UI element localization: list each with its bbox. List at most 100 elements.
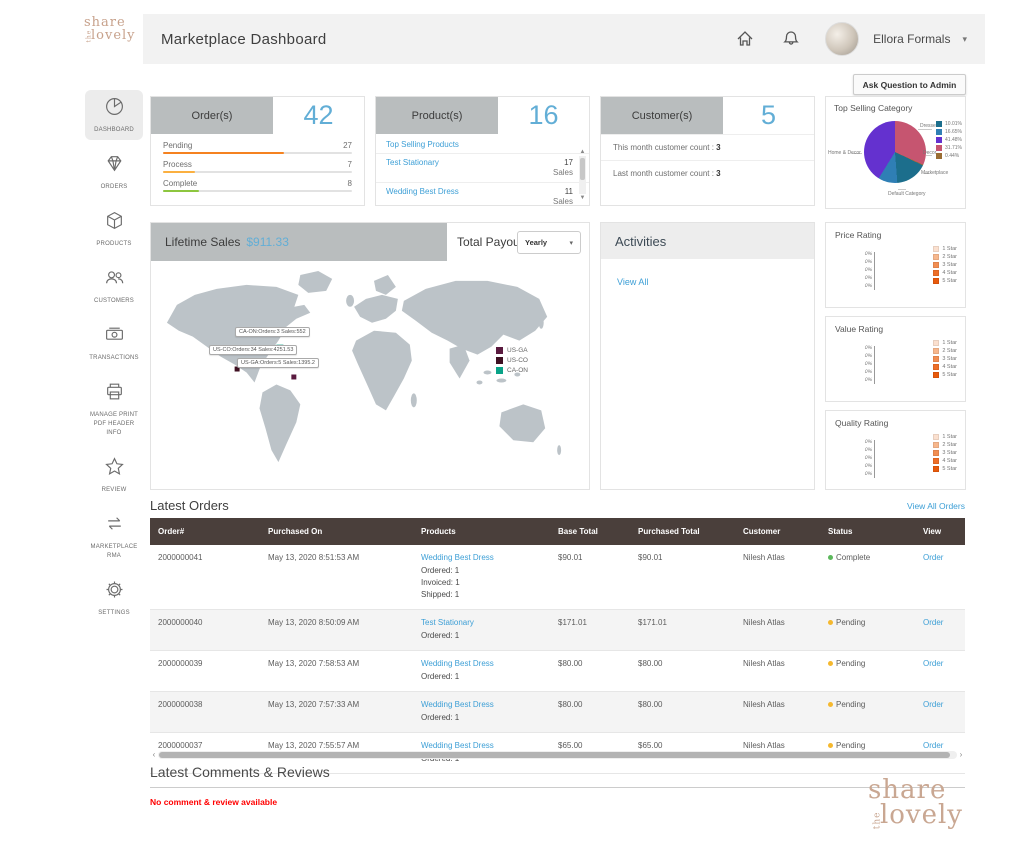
table-row: 2000000038 May 13, 2020 7:57:33 AM Weddi… [150, 692, 965, 733]
star-legend: 1 Star 2 Star 3 Star 4 Star 5 Star [933, 246, 957, 286]
status-badge: Pending [836, 700, 865, 709]
lifetime-sales-panel: Lifetime Sales$911.33 Total Payout$533.3… [150, 222, 590, 490]
settings-gear-icon [104, 579, 125, 605]
activities-title: Activities [601, 223, 814, 259]
status-badge: Pending [836, 618, 865, 627]
latest-comments-reviews-title: Latest Comments & Reviews [150, 764, 965, 788]
latest-orders-table: Order# Purchased On Products Base Total … [150, 518, 965, 774]
scroll-down-icon[interactable]: ▼ [580, 195, 586, 201]
pie-label-decor: Decor [923, 150, 936, 156]
sidebar-item-customers[interactable]: CUSTOMERS [85, 261, 143, 311]
status-dot [828, 620, 833, 625]
top-selling-category-title: Top Selling Category [826, 97, 965, 115]
brand-logo-the: the [87, 36, 93, 43]
orders-card-title: Order(s) [151, 97, 273, 134]
orders-process-row: Process7 [163, 160, 352, 173]
activities-panel: Activities View All [600, 222, 815, 490]
footer-brand-logo: share thelovely [868, 778, 963, 827]
map-tooltip-ca-on: CA-ON:Orders:3 Sales:552 [235, 327, 310, 337]
last-month-customer-count: Last month customer count : 3 [601, 160, 814, 186]
review-star-icon [104, 456, 125, 482]
user-menu-chevron-icon[interactable]: ▾ [962, 34, 967, 45]
transactions-money-icon [104, 324, 125, 350]
table-row: 2000000039 May 13, 2020 7:58:53 AM Weddi… [150, 651, 965, 692]
quality-rating-axis: 0%0%0%0%0% [852, 438, 872, 478]
no-comments-message: No comment & review available [150, 797, 277, 807]
home-icon[interactable] [735, 29, 755, 49]
sidebar-item-transactions[interactable]: TRANSACTIONS [85, 318, 143, 368]
rma-exchange-arrows-icon [104, 513, 125, 539]
brand-logo: share thelovely [84, 16, 136, 42]
this-month-customer-count: This month customer count : 3 [601, 134, 814, 160]
view-all-orders-link[interactable]: View All Orders [907, 501, 965, 511]
brand-logo-line2: lovely [91, 29, 136, 42]
printer-icon [104, 381, 125, 407]
scroll-thumb[interactable] [159, 752, 950, 758]
activities-view-all-link[interactable]: View All [601, 259, 648, 287]
view-order-link[interactable]: Order [923, 700, 943, 709]
customers-card: Customer(s) 5 This month customer count … [600, 96, 815, 206]
pie-label-marketplace: Marketplace [921, 170, 948, 176]
view-order-link[interactable]: Order [923, 741, 943, 750]
scroll-up-icon[interactable]: ▲ [580, 149, 586, 155]
total-payout-label: Total Payout [457, 235, 523, 249]
ask-question-to-admin-button[interactable]: Ask Question to Admin [853, 74, 966, 95]
header-bar: Marketplace Dashboard Ellora Formals ▾ [143, 14, 985, 64]
notifications-bell-icon[interactable] [781, 29, 801, 49]
price-rating-panel: Price Rating 0%0%0%0%0% 1 Star 2 Star 3 … [825, 222, 966, 308]
scroll-left-icon[interactable]: ‹ [150, 750, 158, 759]
scroll-right-icon[interactable]: › [957, 750, 965, 759]
top-product-item: Wedding Best Dress 11Sales [376, 182, 589, 211]
table-row: 2000000040 May 13, 2020 8:50:09 AM Test … [150, 610, 965, 651]
product-link[interactable]: Wedding Best Dress [421, 659, 494, 668]
period-select[interactable]: Yearly ▾ [517, 231, 581, 254]
customers-card-count: 5 [723, 97, 814, 134]
view-order-link[interactable]: Order [923, 553, 943, 562]
complete-bar [163, 190, 199, 192]
top-selling-products-link[interactable]: Top Selling Products [376, 134, 589, 153]
orders-complete-row: Complete8 [163, 179, 352, 192]
view-order-link[interactable]: Order [923, 618, 943, 627]
map-marker-us-ga[interactable] [291, 375, 296, 380]
sidebar-item-review[interactable]: REVIEW [85, 450, 143, 500]
marketplace-dashboard-page: share thelovely Marketplace Dashboard El… [0, 0, 1023, 848]
star-legend: 1 Star 2 Star 3 Star 4 Star 5 Star [933, 340, 957, 380]
page-title: Marketplace Dashboard [161, 31, 327, 48]
select-chevron-icon: ▾ [569, 239, 573, 247]
user-avatar[interactable] [825, 22, 859, 56]
orders-gem-icon [104, 153, 125, 179]
products-scrollbar[interactable]: ▲ ▼ [578, 149, 587, 201]
product-link[interactable]: Wedding Best Dress [421, 741, 494, 750]
products-card: Product(s) 16 Top Selling Products Test … [375, 96, 590, 206]
top-product-item: Test Stationary 17Sales [376, 153, 589, 182]
orders-pending-row: Pending27 [163, 141, 352, 154]
scroll-thumb[interactable] [580, 158, 585, 180]
orders-card: Order(s) 42 Pending27 Process7 Complete8 [150, 96, 365, 206]
customers-card-title: Customer(s) [601, 97, 723, 134]
sidebar-item-orders[interactable]: ORDERS [85, 147, 143, 197]
products-card-title: Product(s) [376, 97, 498, 134]
sidebar-item-products[interactable]: PRODUCTS [85, 204, 143, 254]
view-order-link[interactable]: Order [923, 659, 943, 668]
star-legend: 1 Star 2 Star 3 Star 4 Star 5 Star [933, 434, 957, 474]
product-link[interactable]: Test Stationary [421, 618, 474, 627]
pending-bar [163, 152, 284, 154]
products-card-count: 16 [498, 97, 589, 134]
top-selling-category-panel: Top Selling Category Dresses Decor Marke… [825, 96, 966, 209]
product-link[interactable]: Wedding Best Dress [421, 700, 494, 709]
sidebar-item-marketplace-rma[interactable]: MARKETPLACE RMA [85, 507, 143, 566]
sidebar-item-manage-print-pdf-header-info[interactable]: MANAGE PRINT PDF HEADER INFO [85, 375, 143, 443]
map-tooltip-us-ga: US-GA:Orders:5 Sales:1395.2 [237, 358, 319, 368]
category-pie [864, 121, 926, 183]
product-link[interactable]: Wedding Best Dress [421, 553, 494, 562]
status-badge: Pending [836, 659, 865, 668]
status-dot [828, 743, 833, 748]
sidebar-item-settings[interactable]: SETTINGS [85, 573, 143, 623]
process-bar [163, 171, 195, 173]
table-horizontal-scrollbar[interactable]: ‹ › [150, 750, 965, 759]
status-dot [828, 702, 833, 707]
sidebar-item-dashboard[interactable]: DASHBOARD [85, 90, 143, 140]
status-badge: Complete [836, 553, 870, 562]
sidebar: DASHBOARD ORDERS PRODUCTS CUSTOMERS TRAN… [84, 90, 144, 630]
status-dot [828, 661, 833, 666]
